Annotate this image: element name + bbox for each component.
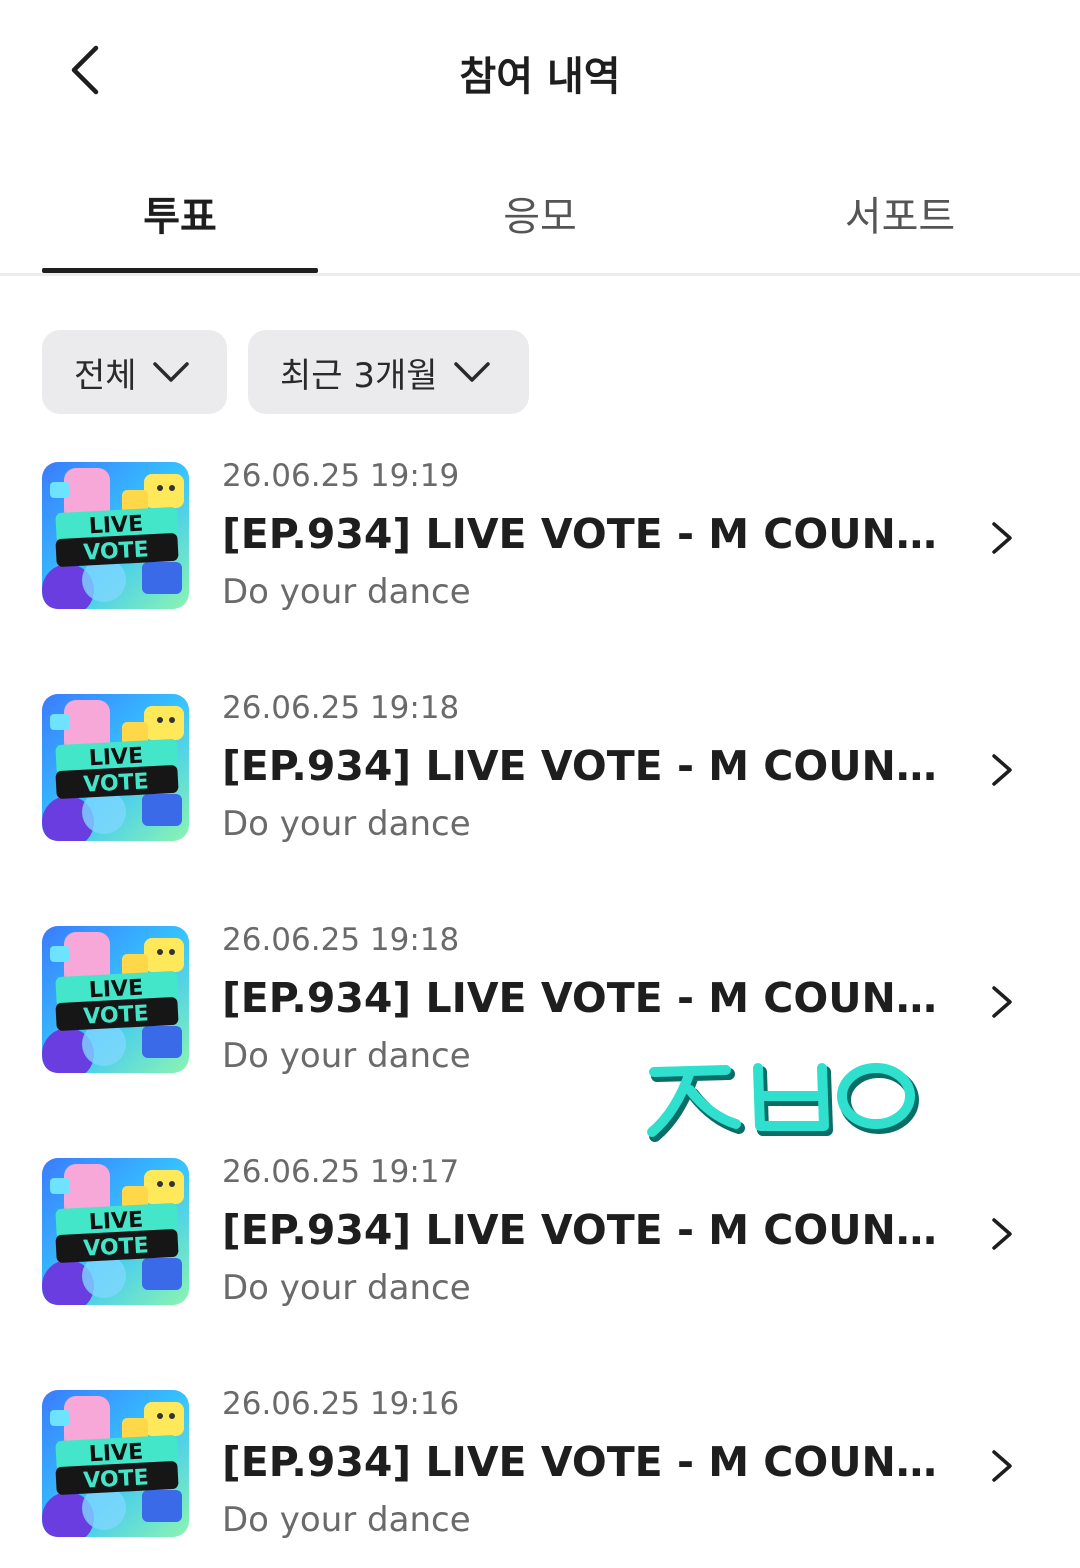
item-date: 26.06.25 19:17 <box>222 1154 460 1190</box>
list-item[interactable]: LIVE VOTE 26.06.25 19:17 [EP.934] LIVE V… <box>0 1136 1080 1336</box>
thumbnail-text-vote: VOTE <box>83 537 150 565</box>
tab-vote[interactable]: 투표 <box>0 184 360 242</box>
item-date: 26.06.25 19:18 <box>222 922 460 958</box>
period-filter-label: 최근 3개월 <box>280 355 438 396</box>
item-date: 26.06.25 19:18 <box>222 690 460 726</box>
live-vote-thumbnail: LIVE VOTE <box>42 462 189 609</box>
live-vote-thumbnail: LIVE VOTE <box>42 926 189 1073</box>
item-subtitle: Do your dance <box>222 1500 471 1540</box>
page-title: 참여 내역 <box>459 54 621 100</box>
thumbnail-text-vote: VOTE <box>83 1001 150 1029</box>
chevron-right-icon <box>992 754 1012 786</box>
item-title: [EP.934] LIVE VOTE - M COUNTDOWN <box>222 1438 942 1486</box>
item-title: [EP.934] LIVE VOTE - M COUNTDOWN <box>222 1206 942 1254</box>
tab-entry[interactable]: 응모 <box>360 184 720 242</box>
thumbnail-text-vote: VOTE <box>83 1465 150 1493</box>
list-item[interactable]: LIVE VOTE 26.06.25 19:16 [EP.934] LIVE V… <box>0 1368 1080 1568</box>
chevron-down-icon <box>453 362 490 382</box>
thumbnail-text-live: LIVE <box>88 512 143 540</box>
chevron-right-icon <box>992 1450 1012 1482</box>
chevron-right-icon <box>992 522 1012 554</box>
list-item[interactable]: LIVE VOTE 26.06.25 19:18 [EP.934] LIVE V… <box>0 672 1080 872</box>
period-filter-dropdown[interactable]: 최근 3개월 <box>248 330 529 414</box>
live-vote-thumbnail: LIVE VOTE <box>42 694 189 841</box>
thumbnail-text-live: LIVE <box>88 1208 143 1236</box>
item-title: [EP.934] LIVE VOTE - M COUNTDOWN <box>222 974 942 1022</box>
active-tab-indicator <box>42 268 318 273</box>
live-vote-thumbnail: LIVE VOTE <box>42 1158 189 1305</box>
thumbnail-text-live: LIVE <box>88 976 143 1004</box>
item-subtitle: Do your dance <box>222 572 471 612</box>
header: 참여 내역 <box>0 0 1080 140</box>
category-filter-dropdown[interactable]: 전체 <box>42 330 227 414</box>
item-subtitle: Do your dance <box>222 1268 471 1308</box>
tab-support[interactable]: 서포트 <box>720 184 1080 242</box>
item-date: 26.06.25 19:19 <box>222 458 460 494</box>
thumbnail-text-vote: VOTE <box>83 1233 150 1261</box>
item-title: [EP.934] LIVE VOTE - M COUNTDOWN <box>222 742 942 790</box>
live-vote-thumbnail: LIVE VOTE <box>42 1390 189 1537</box>
tab-bar: 투표 응모 서포트 <box>0 160 1080 276</box>
list-item[interactable]: LIVE VOTE 26.06.25 19:19 [EP.934] LIVE V… <box>0 440 1080 640</box>
thumbnail-text-live: LIVE <box>88 1440 143 1468</box>
thumbnail-text-vote: VOTE <box>83 769 150 797</box>
item-subtitle: Do your dance <box>222 1036 471 1076</box>
item-title: [EP.934] LIVE VOTE - M COUNTDOWN <box>222 510 942 558</box>
handwritten-watermark <box>647 1063 919 1142</box>
item-date: 26.06.25 19:16 <box>222 1386 460 1422</box>
chevron-down-icon <box>152 362 189 382</box>
item-subtitle: Do your dance <box>222 804 471 844</box>
chevron-right-icon <box>992 1218 1012 1250</box>
thumbnail-text-live: LIVE <box>88 744 143 772</box>
category-filter-label: 전체 <box>74 355 137 396</box>
chevron-right-icon <box>992 986 1012 1018</box>
